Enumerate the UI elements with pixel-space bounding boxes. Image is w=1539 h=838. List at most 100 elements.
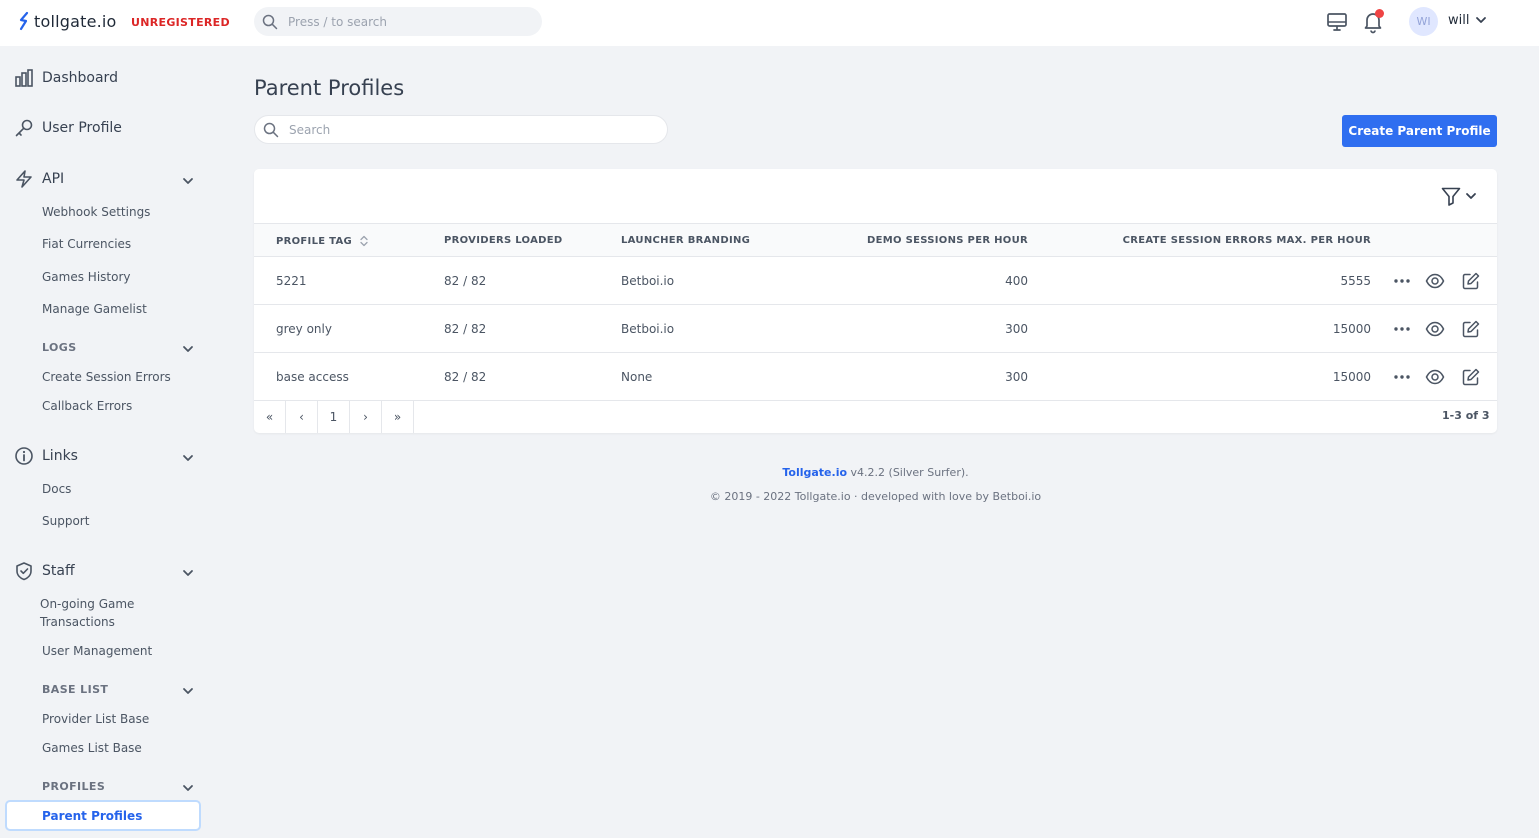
sidebar-item-create-session-errors[interactable]: Create Session Errors xyxy=(42,370,171,384)
pager-last[interactable]: » xyxy=(382,400,414,433)
logo[interactable]: tollgate.io xyxy=(16,11,117,31)
cell-session-errors: 15000 xyxy=(1332,322,1371,336)
sidebar-item-label: User Profile xyxy=(42,120,122,136)
chevron-down-icon[interactable] xyxy=(1475,14,1487,26)
info-icon xyxy=(15,447,33,465)
cell-launcher-branding: None xyxy=(621,370,653,384)
footer-brand-link[interactable]: Tollgate.io xyxy=(782,466,847,479)
edit-icon[interactable] xyxy=(1461,271,1481,291)
more-options-icon[interactable] xyxy=(1393,371,1411,383)
avatar[interactable]: WI xyxy=(1409,7,1438,36)
search-icon xyxy=(262,14,278,29)
sidebar-item-games-history[interactable]: Games History xyxy=(42,270,130,284)
sidebar-item-parent-profiles[interactable]: Parent Profiles xyxy=(5,800,201,831)
more-options-icon[interactable] xyxy=(1393,275,1411,287)
sidebar-item-user-management[interactable]: User Management xyxy=(42,644,152,658)
cell-providers-loaded: 82 / 82 xyxy=(444,274,487,288)
chevron-down-icon[interactable] xyxy=(182,782,194,794)
pager-first[interactable]: « xyxy=(254,400,286,433)
pager-page-1[interactable]: 1 xyxy=(318,400,350,433)
cell-demo-sessions: 300 xyxy=(1005,322,1028,336)
monitor-icon[interactable] xyxy=(1325,10,1349,34)
cell-profile-tag: base access xyxy=(276,370,349,384)
cell-demo-sessions: 400 xyxy=(1005,274,1028,288)
sidebar-item-label: Staff xyxy=(42,563,75,579)
notification-badge xyxy=(1375,9,1384,18)
chevron-down-icon[interactable] xyxy=(182,452,194,464)
chevron-down-icon[interactable] xyxy=(182,567,194,579)
sidebar-group-profiles[interactable]: PROFILES xyxy=(42,780,105,793)
sidebar-item-manage-gamelist[interactable]: Manage Gamelist xyxy=(42,302,147,316)
cell-profile-tag: grey only xyxy=(276,322,332,336)
sidebar-group-logs[interactable]: LOGS xyxy=(42,341,77,354)
sidebar-item-staff[interactable]: Staff xyxy=(14,561,75,581)
more-options-icon[interactable] xyxy=(1393,323,1411,335)
chevron-down-icon[interactable] xyxy=(182,175,194,187)
column-header-demo-sessions: DEMO SESSIONS PER HOUR xyxy=(867,235,1028,246)
pagination: « ‹ 1 › » xyxy=(254,400,414,433)
registration-status: UNREGISTERED xyxy=(131,16,230,29)
sort-icon[interactable] xyxy=(359,235,369,247)
cell-session-errors: 15000 xyxy=(1332,370,1371,384)
pager-next[interactable]: › xyxy=(350,400,382,433)
sidebar-item-links[interactable]: Links xyxy=(14,446,78,466)
chevron-down-icon[interactable] xyxy=(182,685,194,697)
sidebar-item-dashboard[interactable]: Dashboard xyxy=(14,68,118,88)
sidebar-item-label: Transactions xyxy=(40,615,115,629)
sidebar-item-label: On-going Game xyxy=(40,597,135,611)
eye-icon[interactable] xyxy=(1425,367,1445,387)
sidebar-item-api[interactable]: API xyxy=(14,169,64,189)
lightning-icon xyxy=(16,170,32,188)
global-search[interactable]: Press / to search xyxy=(254,7,542,36)
sidebar-item-user-profile[interactable]: User Profile xyxy=(14,118,122,138)
chevron-down-icon xyxy=(1466,193,1476,199)
table-row[interactable]: 5221 82 / 82 Betboi.io 400 5555 xyxy=(254,257,1497,305)
profile-search-input[interactable]: Search xyxy=(289,123,330,137)
pager-prev[interactable]: ‹ xyxy=(286,400,318,433)
profile-search[interactable]: Search xyxy=(254,115,668,144)
sidebar-item-fiat-currencies[interactable]: Fiat Currencies xyxy=(42,237,131,251)
sidebar-item-callback-errors[interactable]: Callback Errors xyxy=(42,399,132,413)
footer-version: Tollgate.io v4.2.2 (Silver Surfer). xyxy=(0,466,1539,479)
logo-text: tollgate.io xyxy=(34,11,117,31)
column-header-providers-loaded: PROVIDERS LOADED xyxy=(444,235,563,246)
table-row[interactable]: base access 82 / 82 None 300 15000 xyxy=(254,353,1497,401)
sidebar-group-base-list[interactable]: BASE LIST xyxy=(42,683,108,696)
cell-providers-loaded: 82 / 82 xyxy=(444,322,487,336)
cell-session-errors: 5555 xyxy=(1340,274,1371,288)
sidebar-item-ongoing-game-transactions[interactable]: On-going Game Transactions xyxy=(40,595,134,631)
edit-icon[interactable] xyxy=(1461,367,1481,387)
sidebar-item-support[interactable]: Support xyxy=(42,514,89,528)
profiles-table-card: PROFILE TAG PROVIDERS LOADED LAUNCHER BR… xyxy=(254,169,1497,433)
edit-icon[interactable] xyxy=(1461,319,1481,339)
bar-chart-icon xyxy=(15,69,33,87)
column-header-label: PROFILE TAG xyxy=(276,236,353,247)
column-header-profile-tag[interactable]: PROFILE TAG xyxy=(276,235,369,247)
global-search-input[interactable]: Press / to search xyxy=(288,15,387,29)
sidebar-item-label: Links xyxy=(42,448,78,464)
page-title: Parent Profiles xyxy=(254,76,405,100)
chevron-down-icon[interactable] xyxy=(182,343,194,355)
sidebar: Dashboard User Profile API Webhook Setti… xyxy=(0,46,210,838)
eye-icon[interactable] xyxy=(1425,271,1445,291)
create-parent-profile-button[interactable]: Create Parent Profile xyxy=(1342,115,1497,147)
table-header: PROFILE TAG PROVIDERS LOADED LAUNCHER BR… xyxy=(254,223,1497,257)
column-header-session-errors: CREATE SESSION ERRORS MAX. PER HOUR xyxy=(1122,235,1371,246)
column-header-launcher-branding: LAUNCHER BRANDING xyxy=(621,235,751,246)
sidebar-item-provider-list-base[interactable]: Provider List Base xyxy=(42,712,149,726)
sidebar-item-games-list-base[interactable]: Games List Base xyxy=(42,741,142,755)
table-row[interactable]: grey only 82 / 82 Betboi.io 300 15000 xyxy=(254,305,1497,353)
cell-launcher-branding: Betboi.io xyxy=(621,274,675,288)
cell-launcher-branding: Betboi.io xyxy=(621,322,675,336)
filter-button[interactable] xyxy=(1440,185,1477,207)
shield-check-icon xyxy=(16,562,32,581)
search-icon xyxy=(263,122,279,137)
sidebar-item-label: API xyxy=(42,171,65,187)
tollgate-logo-icon xyxy=(19,11,29,31)
top-bar: tollgate.io UNREGISTERED Press / to sear… xyxy=(0,0,1539,46)
result-count: 1-3 of 3 xyxy=(1442,409,1490,422)
eye-icon[interactable] xyxy=(1425,319,1445,339)
sidebar-item-webhook-settings[interactable]: Webhook Settings xyxy=(42,205,150,219)
footer-version-text: v4.2.2 (Silver Surfer). xyxy=(847,466,969,479)
user-name[interactable]: will xyxy=(1448,13,1469,28)
